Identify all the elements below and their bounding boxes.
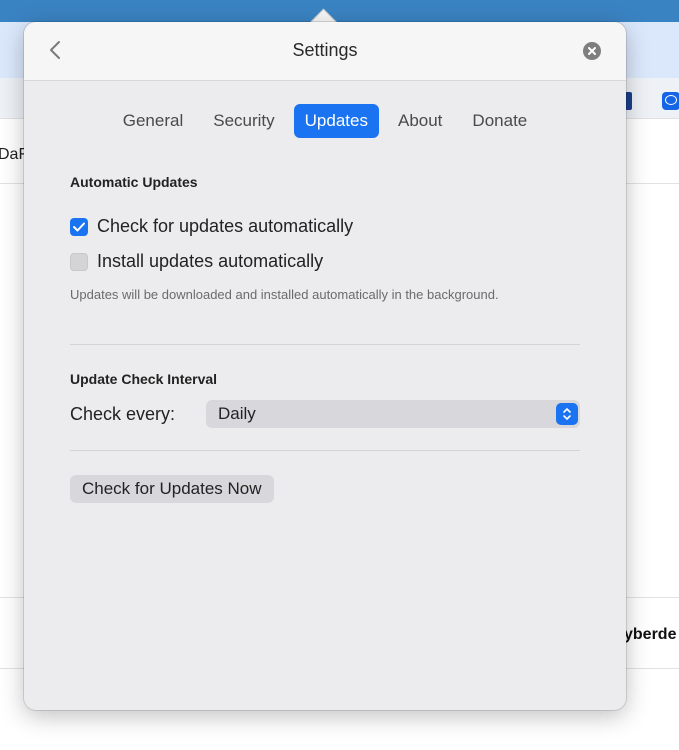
- background-text-right: yberde: [624, 626, 677, 643]
- tab-security[interactable]: Security: [202, 104, 285, 138]
- close-icon[interactable]: [583, 42, 601, 60]
- check-updates-label: Check for updates automatically: [97, 216, 354, 236]
- settings-popover: Settings General Security Updates About …: [24, 22, 626, 710]
- check-for-updates-now-button[interactable]: Check for Updates Now: [70, 475, 274, 503]
- chevron-up-down-icon[interactable]: [556, 403, 578, 425]
- interval-selected-value: Daily: [218, 404, 256, 423]
- check-every-label: Check every:: [70, 403, 176, 424]
- interval-select[interactable]: Daily: [206, 400, 580, 428]
- auto-update-hint: Updates will be downloaded and installed…: [70, 287, 499, 302]
- settings-tabs: General Security Updates About Donate: [24, 104, 626, 138]
- section-divider: [70, 344, 580, 345]
- tab-about[interactable]: About: [387, 104, 453, 138]
- automatic-updates-heading: Automatic Updates: [70, 174, 198, 190]
- background-titlebar: [0, 0, 679, 22]
- check-updates-checkbox[interactable]: [70, 217, 88, 236]
- tab-donate[interactable]: Donate: [461, 104, 538, 138]
- tab-updates[interactable]: Updates: [293, 104, 379, 138]
- section-divider: [70, 450, 580, 451]
- tab-general[interactable]: General: [112, 104, 194, 138]
- install-updates-checkbox-row[interactable]: Install updates automatically: [70, 251, 323, 272]
- interval-row: Check every: Daily: [70, 400, 580, 428]
- page-title: Settings: [292, 40, 358, 60]
- install-updates-label: Install updates automatically: [97, 251, 324, 271]
- check-updates-checkbox-row[interactable]: Check for updates automatically: [70, 216, 353, 237]
- interval-heading: Update Check Interval: [70, 371, 218, 387]
- popover-header: Settings: [24, 22, 626, 81]
- background-chat-icon[interactable]: [662, 92, 679, 110]
- install-updates-checkbox[interactable]: [70, 252, 88, 271]
